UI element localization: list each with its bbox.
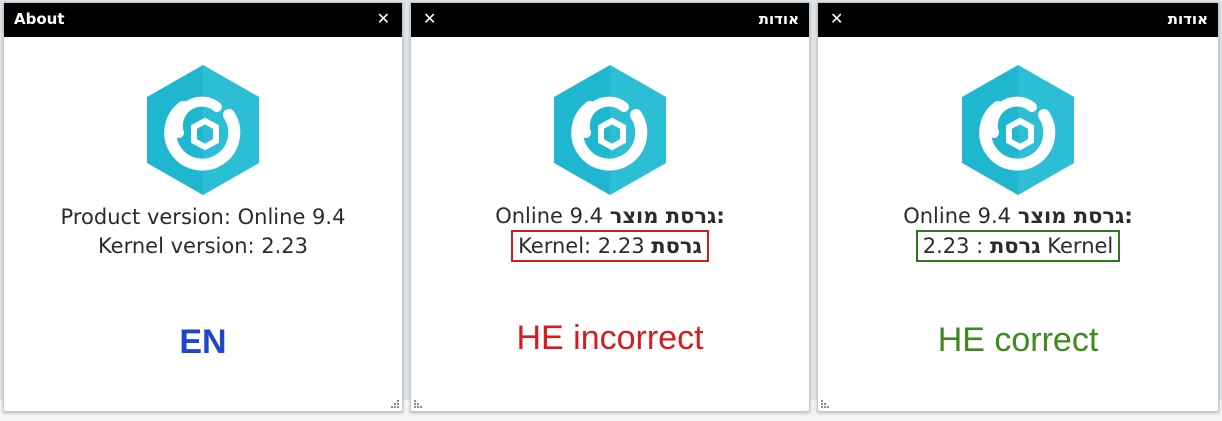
highlight-box-incorrect: Kernel: 2.23 גרסת [511, 230, 709, 262]
resize-grip-icon[interactable] [820, 399, 830, 409]
product-version-text: Online 9.4 גרסת מוצר: [818, 204, 1218, 228]
about-dialog-he-incorrect: ✕ אודות Online 9.4 גרסת מוצר: Kernel: 2.… [410, 2, 810, 412]
product-version-text: Product version: Online 9.4 [60, 205, 346, 229]
resize-grip-icon[interactable] [413, 399, 423, 409]
resize-grip-icon[interactable] [390, 399, 400, 409]
dialog-titlebar: ✕ אודות [818, 3, 1218, 37]
close-icon[interactable]: ✕ [423, 9, 436, 28]
kernel-word: Kernel [1047, 234, 1114, 258]
kernel-version-text: 2.23 : גרסת Kernel [818, 230, 1218, 262]
product-version-text: Online 9.4 גרסת מוצר: [411, 204, 809, 228]
language-caption: HE correct [937, 321, 1099, 359]
dialog-title: About [14, 10, 65, 28]
language-caption: EN [179, 323, 227, 361]
app-logo-icon [554, 65, 666, 195]
dialog-titlebar: ✕ אודות [411, 3, 809, 37]
dialog-titlebar: About ✕ [4, 3, 402, 37]
app-logo-icon [147, 65, 259, 195]
highlight-box-correct: 2.23 : גרסת Kernel [915, 230, 1121, 262]
kernel-version-label: גרסת [989, 234, 1041, 258]
product-version-label: גרסת מוצר: [1017, 204, 1133, 228]
kernel-version-label: גרסת [651, 234, 702, 258]
app-logo-icon [962, 65, 1074, 195]
kernel-version-value: Kernel: 2.23 [518, 234, 645, 258]
close-icon[interactable]: ✕ [377, 9, 390, 28]
about-dialog-en: About ✕ Product version: Online 9.4 Kern… [3, 2, 403, 412]
dialog-title: אודות [1167, 10, 1208, 28]
language-caption: HE incorrect [516, 319, 704, 357]
kernel-version-text: Kernel version: 2.23 [97, 234, 309, 258]
dialog-title: אודות [758, 10, 799, 28]
product-version-value: Online 9.4 [903, 204, 1011, 228]
product-version-label: גרסת מוצר: [609, 204, 725, 228]
kernel-version-value: 2.23 : [922, 234, 984, 258]
kernel-version-text: Kernel: 2.23 גרסת [411, 230, 809, 262]
about-dialog-he-correct: ✕ אודות Online 9.4 גרסת מוצר: 2.23 : גרס… [817, 2, 1219, 412]
product-version-value: Online 9.4 [495, 204, 603, 228]
close-icon[interactable]: ✕ [830, 9, 843, 28]
